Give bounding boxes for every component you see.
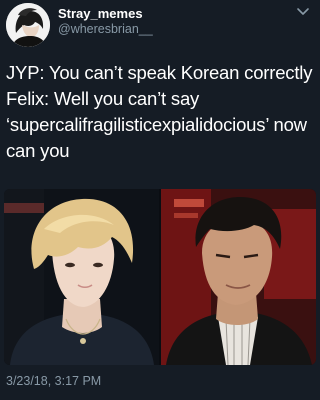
man-dark-hair-suit-photo[interactable] [161, 189, 316, 365]
display-name[interactable]: Stray_memes [58, 6, 143, 21]
tweet-media[interactable] [4, 189, 316, 365]
chevron-down-icon[interactable] [296, 6, 310, 18]
tweet-text-line: can you [6, 140, 70, 161]
tweet-text-line: ‘supercalifragilisticexpialidocious’ now [6, 114, 307, 135]
tweet-card: Stray_memes @wheresbrian__ JYP: You can’… [0, 0, 320, 400]
tweet-text-line: Felix: Well you can’t say [6, 88, 200, 109]
tweet-header: Stray_memes @wheresbrian__ [0, 0, 320, 50]
user-handle[interactable]: @wheresbrian__ [58, 22, 153, 36]
profile-avatar-icon [6, 3, 50, 47]
tweet-text-line: JYP: You can’t speak Korean correctly [6, 62, 313, 83]
avatar[interactable] [6, 3, 50, 47]
tweet-timestamp[interactable]: 3/23/18, 3:17 PM [6, 374, 101, 388]
tweet-text: JYP: You can’t speak Korean correctly Fe… [6, 60, 316, 164]
young-man-blond-hair-photo[interactable] [4, 189, 159, 365]
